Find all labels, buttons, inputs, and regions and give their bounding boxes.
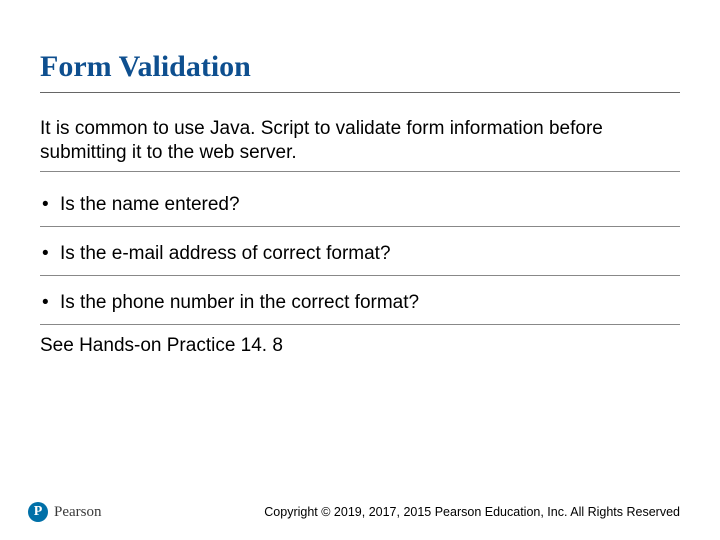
intro-divider	[40, 171, 680, 172]
slide-footer: P Pearson Copyright © 2019, 2017, 2015 P…	[0, 502, 720, 522]
pearson-logo-icon: P	[28, 502, 48, 522]
copyright-text: Copyright © 2019, 2017, 2015 Pearson Edu…	[264, 505, 680, 519]
bullet-list: Is the name entered? Is the e-mail addre…	[40, 188, 680, 325]
list-item: Is the phone number in the correct forma…	[40, 286, 680, 325]
pearson-logo-text: Pearson	[54, 504, 102, 521]
title-divider	[40, 92, 680, 93]
intro-text: It is common to use Java. Script to vali…	[40, 117, 680, 165]
list-item: Is the e-mail address of correct format?	[40, 237, 680, 276]
slide-content: Form Validation It is common to use Java…	[0, 0, 720, 357]
closing-text: See Hands-on Practice 14. 8	[40, 335, 680, 357]
pearson-logo: P Pearson	[28, 502, 102, 522]
slide-title: Form Validation	[40, 50, 680, 84]
list-item: Is the name entered?	[40, 188, 680, 227]
logo-letter: P	[34, 505, 43, 519]
